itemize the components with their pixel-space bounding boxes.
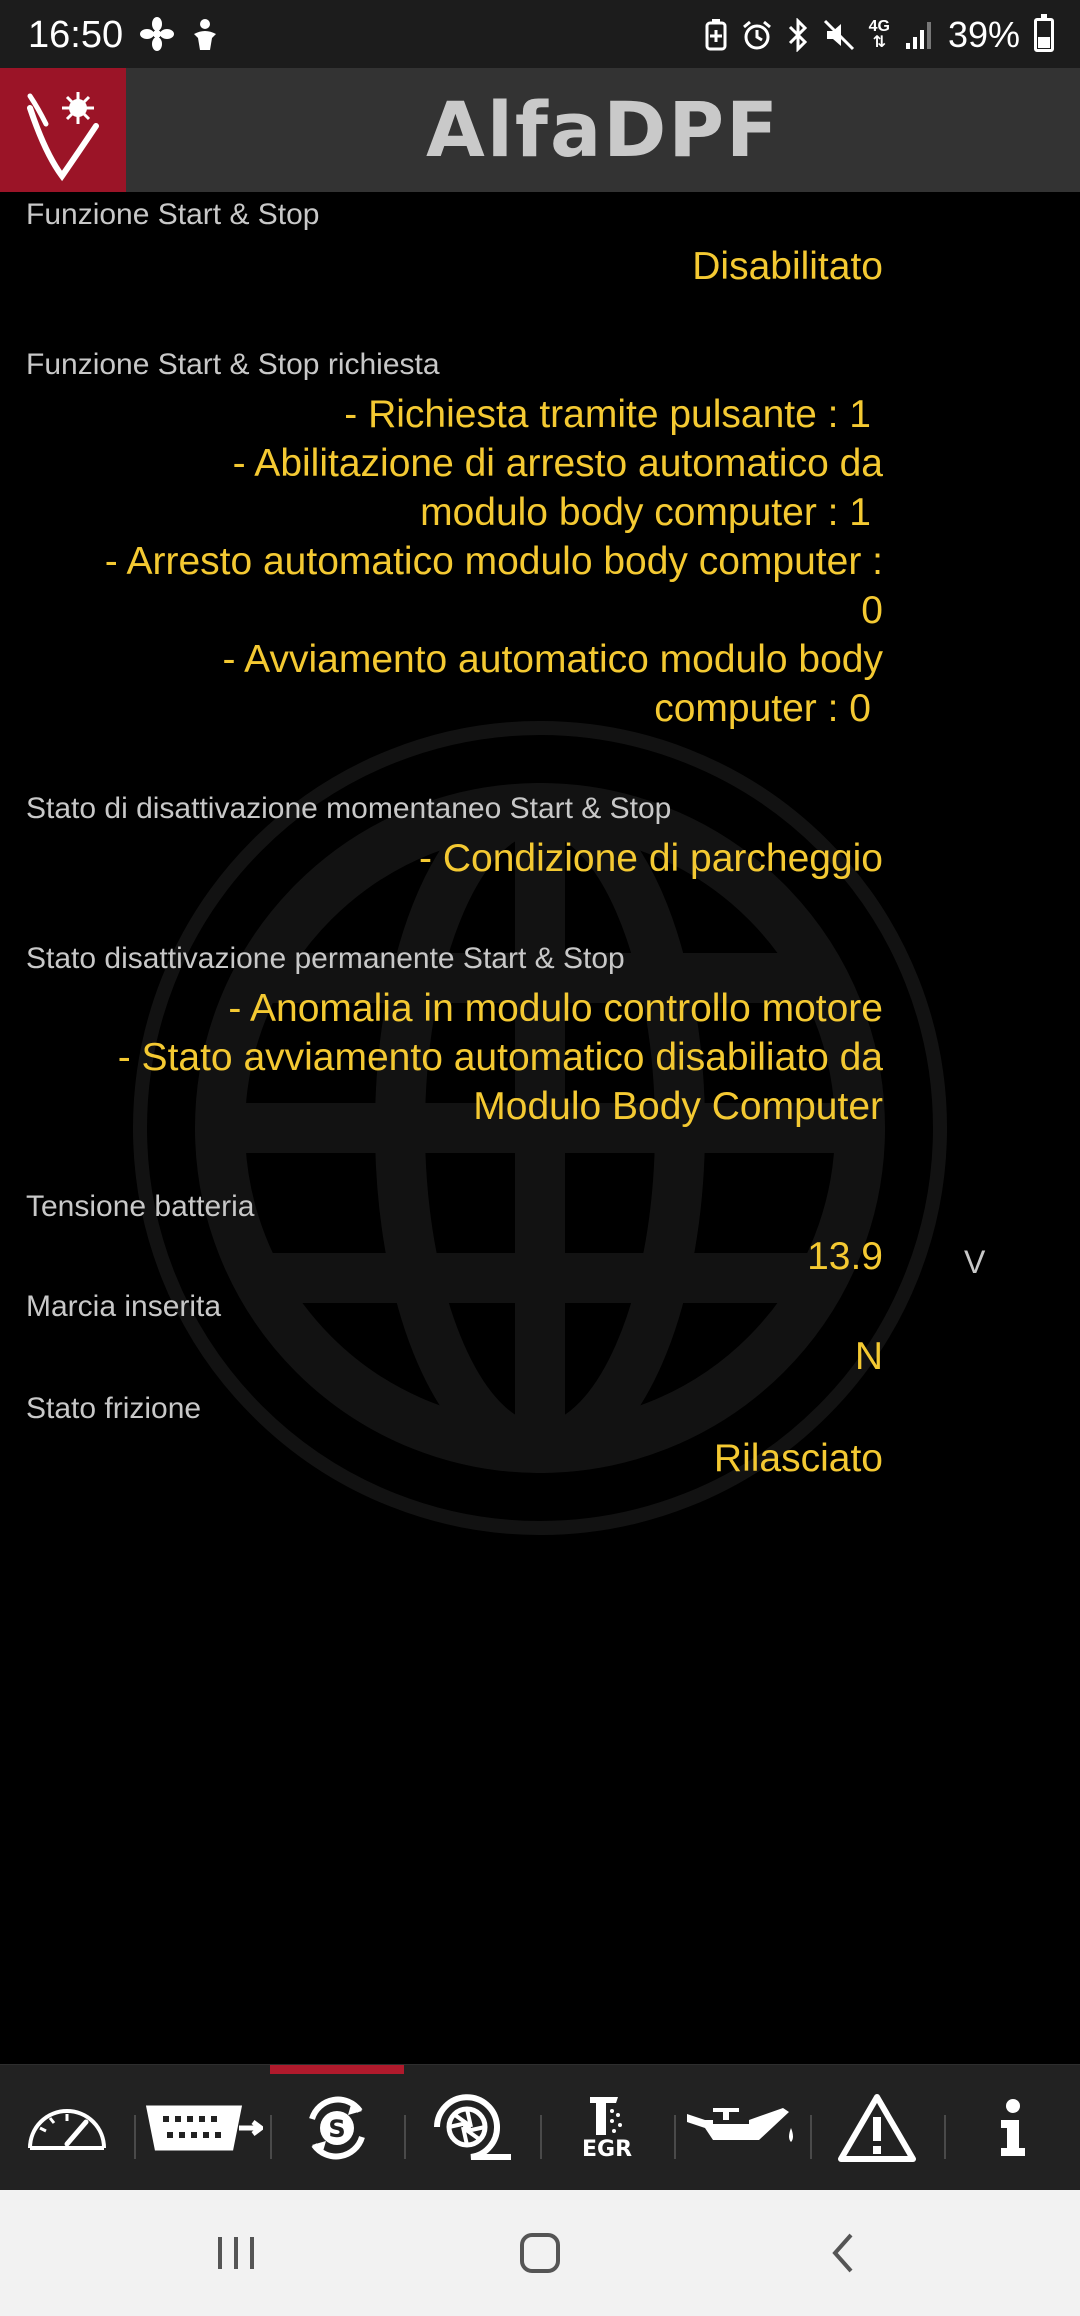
value-line: computer : 0	[654, 687, 871, 730]
fan-icon	[140, 17, 174, 51]
field-label: Stato frizione	[26, 1392, 202, 1425]
accessibility-icon	[194, 19, 216, 50]
egr-icon	[590, 2097, 622, 2135]
field-label: Stato disattivazione permanente Start & …	[26, 942, 625, 975]
recent-apps-icon	[218, 2237, 254, 2269]
value-line: Modulo Body Computer	[473, 1085, 883, 1128]
4g-icon: 4G ⇅	[868, 18, 890, 51]
value-line: modulo body computer : 1	[420, 491, 871, 534]
warning-icon	[838, 2094, 916, 2162]
back-icon	[832, 2233, 853, 2273]
recent-apps-button[interactable]	[196, 2220, 276, 2286]
field-value-multiline: - Anomalia in modulo controllo motore - …	[3, 984, 883, 1131]
value-line: - Arresto automatico modulo body compute…	[104, 540, 883, 583]
svg-text:S: S	[328, 2115, 345, 2143]
tab-oil[interactable]	[676, 2065, 810, 2191]
value-line: - Avviamento automatico modulo body	[222, 638, 884, 681]
egr-label: EGR	[581, 2137, 633, 2162]
status-time: 16:50	[28, 14, 124, 56]
oil-can-icon	[687, 2108, 793, 2142]
tab-warnings[interactable]	[810, 2065, 944, 2191]
tab-dashboard[interactable]	[0, 2065, 134, 2191]
field-value: 13.9	[807, 1235, 883, 1278]
field-label: Funzione Start & Stop	[26, 198, 320, 231]
field-value: Rilasciato	[713, 1437, 883, 1480]
tab-egr[interactable]: EGR	[540, 2065, 674, 2191]
app-title: AlfaDPF	[426, 85, 780, 174]
tab-info[interactable]	[946, 2065, 1080, 2191]
field-value: - Condizione di parcheggio	[419, 837, 883, 880]
home-button[interactable]	[500, 2220, 580, 2286]
start-stop-icon: S	[309, 2096, 365, 2160]
tab-obd[interactable]	[136, 2065, 270, 2191]
app-logo[interactable]	[0, 68, 126, 192]
home-icon	[520, 2233, 560, 2273]
status-bar: 16:50 4G ⇅ 39%	[0, 0, 1080, 68]
value-line: - Stato avviamento automatico disabiliat…	[117, 1036, 883, 1079]
bottom-tab-bar: S EGR	[0, 2064, 1080, 2190]
bluetooth-icon	[788, 18, 807, 52]
field-value: N	[854, 1335, 883, 1378]
mute-icon	[823, 19, 854, 51]
battery-percent: 39%	[947, 14, 1020, 55]
tab-turbo[interactable]	[406, 2065, 540, 2191]
value-line: - Abilitazione di arresto automatico da	[232, 442, 883, 485]
system-nav-bar	[0, 2190, 1080, 2316]
info-icon	[1001, 2099, 1025, 2156]
app-header: AlfaDPF	[0, 68, 1080, 192]
alarm-icon	[742, 20, 771, 50]
field-label: Tensione batteria	[26, 1190, 255, 1223]
tab-start-stop[interactable]: S	[270, 2065, 404, 2191]
value-line: - Anomalia in modulo controllo motore	[228, 987, 883, 1030]
field-label: Funzione Start & Stop richiesta	[26, 348, 440, 381]
alfa-logo-icon	[27, 92, 99, 182]
field-value: Disabilitato	[692, 245, 883, 288]
back-button[interactable]	[802, 2220, 882, 2286]
value-line: - Richiesta tramite pulsante : 1	[344, 393, 871, 436]
value-line: 0	[861, 589, 883, 632]
field-value-multiline: - Richiesta tramite pulsante : 1 - Abili…	[3, 390, 883, 733]
field-label: Marcia inserita	[26, 1290, 222, 1323]
battery-icon	[1034, 14, 1054, 52]
turbo-icon	[434, 2094, 511, 2160]
battery-saver-icon	[705, 19, 727, 51]
obd-connector-icon	[145, 2105, 263, 2151]
signal-icon	[905, 22, 931, 49]
field-label: Stato di disattivazione momentaneo Start…	[26, 792, 672, 825]
gauge-icon	[28, 2109, 106, 2150]
field-unit: V	[964, 1244, 986, 1280]
